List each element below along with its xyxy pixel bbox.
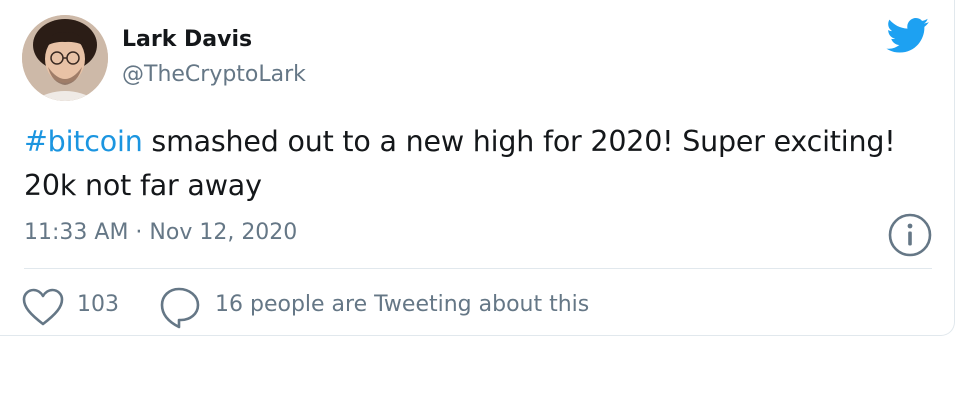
- tweet-text: #bitcoin smashed out to a new high for 2…: [24, 120, 934, 208]
- divider: [24, 268, 932, 269]
- like-count[interactable]: 103: [77, 292, 119, 317]
- author-handle[interactable]: @TheCryptoLark: [122, 62, 306, 87]
- twitter-bird-icon[interactable]: [886, 18, 930, 54]
- tweet-timestamp[interactable]: 11:33 AM · Nov 12, 2020: [24, 220, 297, 245]
- heart-icon[interactable]: [20, 286, 66, 328]
- tweet-text-line2: 20k not far away: [24, 169, 262, 202]
- tweeting-about-link[interactable]: 16 people are Tweeting about this: [215, 292, 589, 317]
- speech-bubble-icon[interactable]: [157, 284, 203, 330]
- author-avatar[interactable]: [22, 15, 108, 101]
- info-icon[interactable]: [887, 212, 933, 258]
- author-name[interactable]: Lark Davis: [122, 27, 252, 52]
- hashtag-link[interactable]: #bitcoin: [24, 125, 143, 158]
- tweet-text-line1: smashed out to a new high for 2020! Supe…: [142, 125, 896, 158]
- tweet-card: Lark Davis @TheCryptoLark #bitcoin smash…: [0, 0, 955, 336]
